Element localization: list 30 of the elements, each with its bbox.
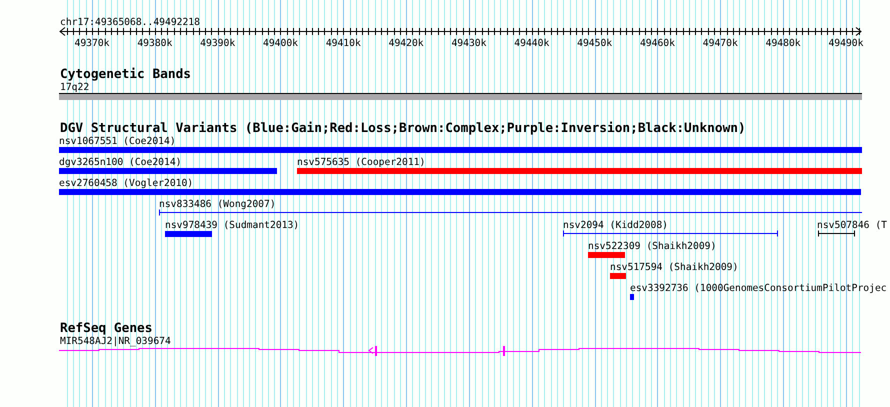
tick-label: 49430k (451, 38, 486, 49)
tick-label: 49460k (640, 38, 675, 49)
track-title: DGV Structural Variants (Blue:Gain;Red:Loss;Brown:Complex;Purple:Inversion;Black:Unknown) (60, 121, 746, 136)
variant-label: esv2760458 (Vogler2010) (59, 178, 194, 189)
tick-label: 49420k (388, 38, 424, 49)
gene-label: MIR548AJ2|NR_039674 (60, 336, 171, 347)
variant-label: nsv517594 (Shaikh2009) (610, 262, 738, 273)
band-label: 17q22 (60, 82, 90, 93)
tick-label: 49400k (263, 38, 298, 49)
variant-label: nsv507846 (T (817, 220, 887, 231)
variant-label: esv3392736 (1000GenomesConsortiumPilotProjec (630, 283, 887, 294)
variant-label: nsv978439 (Sudmant2013) (165, 220, 300, 231)
track-title: Cytogenetic Bands (60, 67, 191, 82)
tick-label: 49470k (702, 38, 738, 49)
variant-label: dgv3265n100 (Coe2014) (59, 157, 182, 168)
variant-label: nsv2094 (Kidd2008) (563, 220, 668, 231)
tick-label: 49440k (514, 38, 550, 49)
position-label: chr17:49365068..49492218 (60, 17, 200, 28)
variant-label: nsv575635 (Cooper2011) (297, 157, 426, 168)
tick-label: 49370k (74, 38, 110, 49)
tick-label: 49480k (766, 38, 801, 49)
tick-label: 49390k (200, 38, 236, 49)
variant-label: nsv1067551 (Coe2014) (59, 136, 176, 147)
tick-label: 49380k (137, 38, 172, 49)
variant-label: nsv522309 (Shaikh2009) (588, 241, 716, 252)
tick-label: 49450k (577, 38, 612, 49)
tick-label: 49410k (326, 38, 361, 49)
tick-label: 49490k (828, 38, 864, 49)
track-title: RefSeq Genes (60, 321, 152, 336)
variant-label: nsv833486 (Wong2007) (159, 199, 276, 210)
